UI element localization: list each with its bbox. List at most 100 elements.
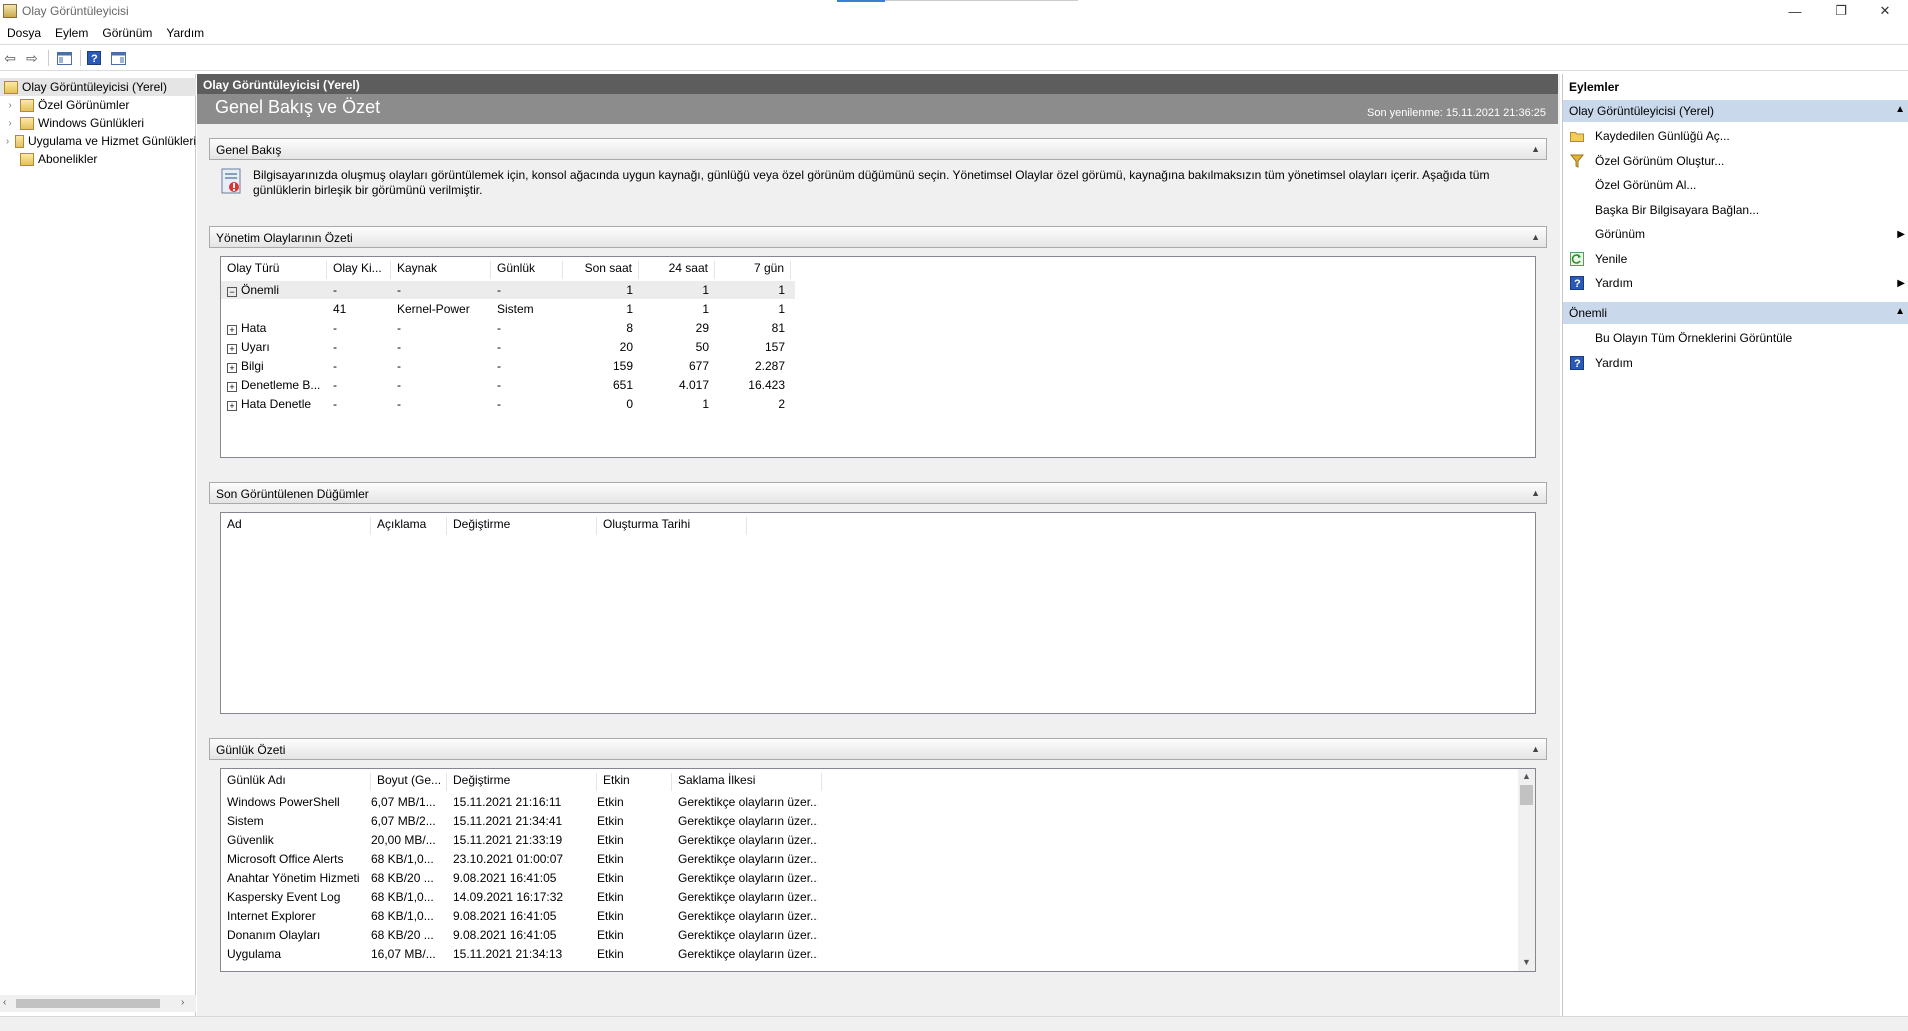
summary-table[interactable]: Olay Türü Olay Ki... Kaynak Günlük Son s…	[220, 256, 1536, 458]
tree-item-event-viewer-local[interactable]: Olay Görüntüleyicisi (Yerel)	[0, 78, 196, 96]
chevron-right-icon[interactable]: ›	[4, 136, 11, 147]
tree-item-subscriptions[interactable]: Abonelikler	[0, 150, 196, 168]
column-header[interactable]: Boyut (Ge...	[371, 773, 447, 791]
back-arrow-icon[interactable]: ⇦	[2, 50, 18, 66]
column-header[interactable]: Etkin	[597, 773, 672, 791]
action-yard-m[interactable]: ? Yardım	[1563, 351, 1908, 375]
refresh-icon	[1569, 251, 1585, 267]
collapse-icon[interactable]: ▲	[1531, 488, 1540, 498]
expand-tree-icon[interactable]: +	[227, 325, 237, 335]
expand-tree-icon[interactable]: +	[227, 401, 237, 411]
menu-dosya[interactable]: Dosya	[0, 26, 48, 40]
column-header[interactable]: Olay Türü	[221, 261, 327, 279]
scroll-thumb[interactable]	[16, 999, 160, 1008]
tree-item-custom-views[interactable]: › Özel Görünümler	[0, 96, 196, 114]
column-header[interactable]: Açıklama	[371, 517, 447, 535]
column-header[interactable]: Ad	[221, 517, 371, 535]
column-header[interactable]: 7 gün	[715, 261, 791, 279]
table-row[interactable]: Microsoft Office Alerts 68 KB/1,0... 23.10…	[221, 850, 821, 868]
center-header: Olay Görüntüleyicisi (Yerel)	[197, 74, 1558, 94]
expand-tree-icon[interactable]: +	[227, 363, 237, 373]
menu-yardim[interactable]: Yardım	[159, 26, 211, 40]
table-row[interactable]: + Hata - - - 8 29 81	[221, 319, 795, 337]
column-header[interactable]: Günlük Adı	[221, 773, 371, 791]
column-header[interactable]: Değiştirme	[447, 773, 597, 791]
collapse-icon[interactable]: ▲	[1895, 104, 1905, 115]
log-summary-table[interactable]: Günlük Adı Boyut (Ge... Değiştirme Etkin…	[220, 768, 1536, 972]
event-viewer-icon	[4, 80, 18, 94]
column-header[interactable]: Kaynak	[391, 261, 491, 279]
column-header[interactable]: Son saat	[563, 261, 639, 279]
forward-arrow-icon[interactable]: ⇨	[24, 50, 40, 66]
table-row[interactable]: + Denetleme B... - - -651 4.017 16.423	[221, 376, 795, 394]
scroll-left-icon[interactable]: ‹	[3, 997, 6, 1008]
collapse-icon[interactable]: ▲	[1895, 306, 1905, 317]
table-row[interactable]: Sistem 6,07 MB/2... 15.11.2021 21:34:41 Etk…	[221, 812, 821, 830]
action-yard-m[interactable]: ? Yardım ▶	[1563, 271, 1908, 295]
table-row[interactable]: 41 Kernel-Power Sistem 1 1 1	[221, 300, 795, 318]
column-header[interactable]: Olay Ki...	[327, 261, 391, 279]
collapse-icon[interactable]: ▲	[1531, 144, 1540, 154]
help-icon[interactable]: ?	[86, 50, 102, 66]
column-header[interactable]: Günlük	[491, 261, 563, 279]
show-hide-action-pane-icon[interactable]	[110, 50, 126, 66]
submenu-arrow-icon: ▶	[1897, 277, 1905, 289]
scroll-up-icon[interactable]: ▲	[1522, 771, 1531, 781]
table-row[interactable]: Donanım Olayları 68 KB/20 ... 9.08.2021 16…	[221, 926, 821, 944]
scroll-thumb[interactable]	[1520, 785, 1533, 805]
action-zel-g-r-n-m-olu-tur[interactable]: Özel Görünüm Oluştur...	[1563, 149, 1908, 173]
table-cell: 68 KB/1,0...	[371, 852, 434, 866]
toolbar: ⇦ ⇨ ?	[0, 44, 1908, 71]
tree-item-app-service-logs[interactable]: › Uygulama ve Hizmet Günlükleri	[0, 132, 196, 150]
table-row[interactable]: Uygulama 16,07 MB/... 15.11.2021 21:34:13 E…	[221, 945, 821, 963]
table-row[interactable]: + Uyarı - - - 20 50 157	[221, 338, 795, 356]
column-header[interactable]: 24 saat	[639, 261, 715, 279]
column-header[interactable]: Oluşturma Tarihi	[597, 517, 747, 535]
table-cell: -	[333, 378, 337, 392]
table-row[interactable]: Anahtar Yönetim Hizmeti 68 KB/20 ... 9.08.…	[221, 869, 821, 887]
log-summary-section-header[interactable]: Günlük Özeti ▲	[209, 738, 1547, 760]
table-row[interactable]: + Bilgi - - - 159 677 2.287	[221, 357, 795, 375]
tree-item-windows-logs[interactable]: › Windows Günlükleri	[0, 114, 196, 132]
action-ba-ka-bir-bilgisayara-ba-lan[interactable]: Başka Bir Bilgisayara Bağlan...	[1563, 198, 1908, 222]
action-kaydedilen-g-nl-a[interactable]: Kaydedilen Günlüğü Aç...	[1563, 124, 1908, 148]
close-button[interactable]: ✕	[1862, 0, 1908, 22]
collapse-icon[interactable]: ▲	[1531, 744, 1540, 754]
table-row[interactable]: + Hata Denetle - - - 0 1 2	[221, 395, 795, 413]
actions-group-critical[interactable]: Önemli ▲	[1563, 302, 1908, 324]
table-cell: 1	[702, 397, 709, 411]
action-bu-olay-n-t-m-rneklerini-g-r-nt-le[interactable]: Bu Olayın Tüm Örneklerini Görüntüle	[1563, 326, 1908, 350]
actions-group-event-viewer[interactable]: Olay Görüntüleyicisi (Yerel) ▲	[1563, 100, 1908, 122]
minimize-button[interactable]: —	[1772, 0, 1818, 22]
action-g-r-n-m[interactable]: Görünüm ▶	[1563, 222, 1908, 246]
action-zel-g-r-n-m-al[interactable]: Özel Görünüm Al...	[1563, 173, 1908, 197]
horizontal-scrollbar[interactable]: ‹ ›	[0, 995, 196, 1012]
chevron-right-icon[interactable]: ›	[4, 118, 16, 129]
collapse-icon[interactable]: ▲	[1531, 232, 1540, 242]
scroll-down-icon[interactable]: ▼	[1522, 957, 1531, 967]
overview-section-header[interactable]: Genel Bakış ▲	[209, 138, 1547, 160]
expand-tree-icon[interactable]: +	[227, 382, 237, 392]
column-header[interactable]: Değiştirme	[447, 517, 597, 535]
expand-tree-icon[interactable]: +	[227, 344, 237, 354]
chevron-right-icon[interactable]: ›	[4, 100, 16, 111]
menu-gorunum[interactable]: Görünüm	[95, 26, 159, 40]
table-row[interactable]: Güvenlik 20,00 MB/... 15.11.2021 21:33:19 E…	[221, 831, 821, 849]
table-cell: Etkin	[597, 890, 624, 904]
column-header[interactable]: Saklama İlkesi	[672, 773, 822, 791]
menu-eylem[interactable]: Eylem	[48, 26, 95, 40]
table-cell: Etkin	[597, 833, 624, 847]
vertical-scrollbar[interactable]: ▲ ▼	[1518, 769, 1535, 971]
collapse-tree-icon[interactable]: −	[227, 287, 237, 297]
summary-section-header[interactable]: Yönetim Olaylarının Özeti ▲	[209, 226, 1547, 248]
table-row[interactable]: − Önemli - - -1 1 1	[221, 281, 795, 299]
show-hide-console-tree-icon[interactable]	[56, 50, 72, 66]
action-yenile[interactable]: Yenile	[1563, 247, 1908, 271]
recent-nodes-section-header[interactable]: Son Görüntülenen Düğümler ▲	[209, 482, 1547, 504]
table-row[interactable]: Kaspersky Event Log 68 KB/1,0... 14.09.202…	[221, 888, 821, 906]
table-row[interactable]: Windows PowerShell 6,07 MB/1... 15.11.2021…	[221, 793, 821, 811]
scroll-right-icon[interactable]: ›	[181, 997, 184, 1008]
table-row[interactable]: Internet Explorer 68 KB/1,0... 9.08.2021 1…	[221, 907, 821, 925]
restore-button[interactable]: ❐	[1818, 0, 1864, 22]
recent-nodes-table[interactable]: Ad Açıklama Değiştirme Oluşturma Tarihi	[220, 512, 1536, 714]
